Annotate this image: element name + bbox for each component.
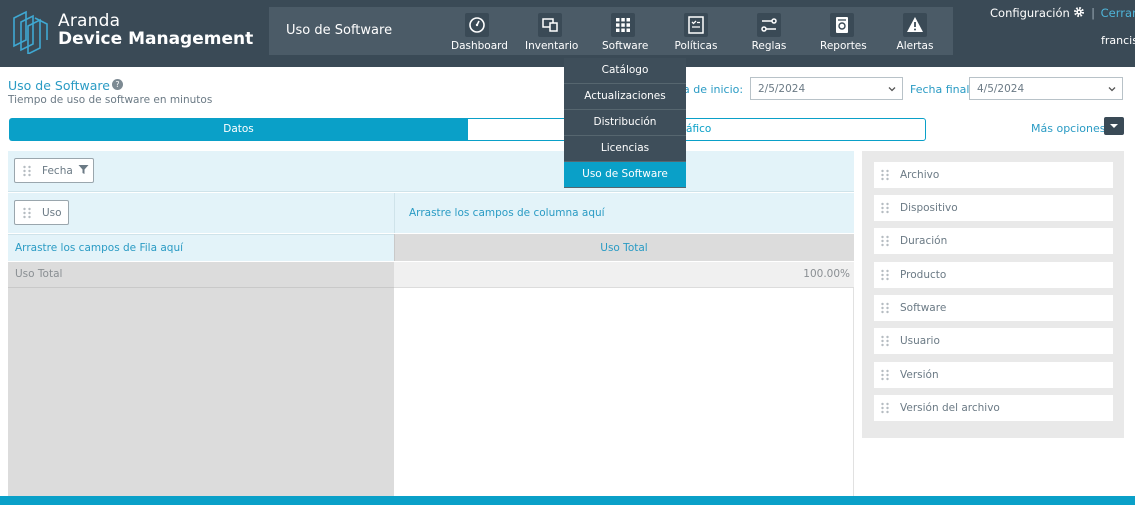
nav-label: Inventario xyxy=(525,40,579,52)
pivot-row-body xyxy=(8,288,394,496)
more-options-label[interactable]: Más opciones: xyxy=(1031,122,1109,135)
filter-icon[interactable] xyxy=(78,164,89,175)
nav-label: Políticas xyxy=(674,40,718,52)
total-value: 100.00% xyxy=(803,268,850,280)
main-nav: Uso de Software Dashboard Inventario Sof… xyxy=(269,7,953,55)
help-icon[interactable]: ? xyxy=(111,79,123,90)
gear-icon[interactable] xyxy=(1073,6,1085,18)
row-chip-uso[interactable]: Uso xyxy=(14,200,69,225)
submenu-item-catalogo[interactable]: Catálogo xyxy=(564,58,686,84)
submenu-item-distribucion[interactable]: Distribución xyxy=(564,110,686,136)
nav-label: Reglas xyxy=(751,40,787,52)
end-date-label: Fecha final: xyxy=(910,83,974,96)
brand-product: Device Management xyxy=(58,29,254,49)
checklist-icon xyxy=(684,13,708,37)
end-date-value: 4/5/2024 xyxy=(977,83,1025,95)
row-drop-hint: Arrastre los campos de Fila aquí xyxy=(15,242,184,254)
field-label: Usuario xyxy=(900,335,940,347)
brand-name: Aranda xyxy=(58,11,121,31)
report-icon xyxy=(830,13,854,37)
chevron-down-icon xyxy=(1107,84,1117,94)
drag-handle-icon[interactable] xyxy=(22,207,32,219)
nav-item-software[interactable]: Software xyxy=(602,7,649,55)
chip-label: Fecha xyxy=(42,165,73,177)
field-item[interactable]: Producto xyxy=(874,262,1113,288)
page-subtitle: Tiempo de uso de software en minutos xyxy=(8,94,213,106)
start-date-value: 2/5/2024 xyxy=(758,83,806,95)
field-label: Versión del archivo xyxy=(900,402,1000,414)
field-label: Producto xyxy=(900,269,947,281)
tab-datos[interactable]: Datos xyxy=(9,118,468,141)
field-item[interactable]: Dispositivo xyxy=(874,195,1113,221)
nav-item-politicas[interactable]: Políticas xyxy=(674,7,718,55)
submenu-item-uso-de-software[interactable]: Uso de Software xyxy=(564,162,686,188)
field-label: Dispositivo xyxy=(900,202,958,214)
nav-item-inventario[interactable]: Inventario xyxy=(525,7,579,55)
drag-handle-icon[interactable] xyxy=(880,402,890,414)
submenu-item-licencias[interactable]: Licencias xyxy=(564,136,686,162)
drag-handle-icon[interactable] xyxy=(880,169,890,181)
nav-label: Alertas xyxy=(896,40,934,52)
pivot-value-cell xyxy=(394,262,854,288)
field-item[interactable]: Versión xyxy=(874,362,1113,388)
rules-icon xyxy=(757,13,781,37)
warning-icon xyxy=(903,13,927,37)
filter-chip-fecha[interactable]: Fecha xyxy=(14,158,94,183)
page-title: Uso de Software? xyxy=(8,78,123,93)
software-submenu: Catálogo Actualizaciones Distribución Li… xyxy=(564,58,686,188)
drag-handle-icon[interactable] xyxy=(880,302,890,314)
field-label: Versión xyxy=(900,369,939,381)
pivot-filter-area xyxy=(8,151,854,192)
field-label: Software xyxy=(900,302,947,314)
field-item[interactable]: Usuario xyxy=(874,328,1113,354)
logout-link[interactable]: Cerrar sesió xyxy=(1101,6,1135,20)
chip-label: Uso xyxy=(42,207,62,219)
pivot-data-body xyxy=(394,288,854,496)
aranda-logo-icon[interactable] xyxy=(10,10,50,56)
header-links: Configuración | Cerrar sesió xyxy=(990,6,1135,20)
caret-down-icon xyxy=(1110,124,1118,128)
drag-handle-icon[interactable] xyxy=(880,369,890,381)
end-date-select[interactable]: 4/5/2024 xyxy=(969,77,1123,100)
pivot-row-header xyxy=(8,262,394,288)
field-item[interactable]: Archivo xyxy=(874,162,1113,188)
submenu-item-actualizaciones[interactable]: Actualizaciones xyxy=(564,84,686,110)
nav-item-alertas[interactable]: Alertas xyxy=(896,7,934,55)
drag-handle-icon[interactable] xyxy=(880,202,890,214)
nav-item-dashboard[interactable]: Dashboard xyxy=(451,7,508,55)
drag-handle-icon[interactable] xyxy=(22,165,32,177)
devices-icon xyxy=(538,13,562,37)
column-drop-hint: Arrastre los campos de columna aquí xyxy=(409,207,605,219)
field-item[interactable]: Duración xyxy=(874,228,1113,254)
field-item[interactable]: Software xyxy=(874,295,1113,321)
drag-handle-icon[interactable] xyxy=(880,335,890,347)
nav-item-reportes[interactable]: Reportes xyxy=(820,7,867,55)
bottom-accent-bar xyxy=(0,496,1135,505)
drag-handle-icon[interactable] xyxy=(880,235,890,247)
separator: | xyxy=(1091,6,1095,20)
nav-section-title: Uso de Software xyxy=(286,23,393,38)
field-label: Archivo xyxy=(900,169,940,181)
grid-icon xyxy=(611,13,635,37)
nav-label: Software xyxy=(602,40,649,52)
nav-label: Dashboard xyxy=(451,40,508,52)
chevron-down-icon xyxy=(887,84,897,94)
nav-label: Reportes xyxy=(820,40,867,52)
nav-item-reglas[interactable]: Reglas xyxy=(751,7,787,55)
start-date-select[interactable]: 2/5/2024 xyxy=(750,77,903,100)
row-total-label: Uso Total xyxy=(15,268,63,280)
username[interactable]: francisc xyxy=(1101,34,1135,47)
gauge-icon xyxy=(465,13,489,37)
drag-handle-icon[interactable] xyxy=(880,269,890,281)
field-label: Duración xyxy=(900,235,948,247)
page-title-text: Uso de Software xyxy=(8,78,110,93)
column-header-label: Uso Total xyxy=(600,242,648,254)
field-item[interactable]: Versión del archivo xyxy=(874,395,1113,421)
tab-grafico[interactable]: ráfico xyxy=(467,118,926,141)
start-date-label: ha de inicio: xyxy=(676,83,744,96)
config-link[interactable]: Configuración xyxy=(990,6,1070,20)
more-options-button[interactable] xyxy=(1104,117,1124,135)
